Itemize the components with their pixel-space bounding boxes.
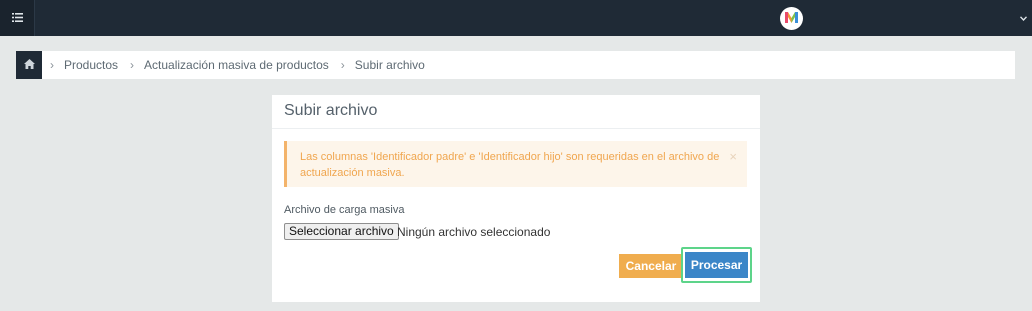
breadcrumb-separator: ›	[50, 58, 54, 72]
home-icon	[23, 56, 35, 74]
cancel-button[interactable]: Cancelar	[619, 254, 683, 278]
warning-alert: Las columnas 'Identificador padre' e 'Id…	[284, 141, 747, 187]
file-field-label: Archivo de carga masiva	[284, 204, 405, 216]
chevron-down-icon	[1019, 8, 1027, 26]
brand-logo[interactable]	[780, 7, 803, 30]
process-button[interactable]: Procesar	[685, 252, 748, 278]
breadcrumb-separator: ›	[130, 58, 135, 72]
select-file-button[interactable]: Seleccionar archivo	[284, 223, 399, 240]
breadcrumb-separator: ›	[340, 58, 345, 72]
upload-panel: Subir archivo Las columnas 'Identificado…	[272, 95, 760, 302]
panel-title: Subir archivo	[284, 102, 378, 119]
alert-message: Las columnas 'Identificador padre' e 'Id…	[300, 151, 720, 179]
panel-divider	[272, 128, 760, 129]
brand-m-logo-icon	[785, 10, 798, 28]
breadcrumb-home[interactable]	[16, 51, 42, 79]
breadcrumb: › Productos › Actualización masiva de pr…	[16, 51, 1015, 79]
menu-toggle-button[interactable]	[0, 0, 35, 36]
close-icon[interactable]: ×	[729, 149, 737, 164]
file-status-text: Ningún archivo seleccionado	[397, 225, 551, 239]
top-navbar	[0, 0, 1032, 36]
breadcrumb-item-productos[interactable]: Productos	[64, 58, 118, 72]
breadcrumb-item-actualizacion-masiva[interactable]: Actualización masiva de productos	[144, 58, 329, 72]
breadcrumb-item-subir-archivo: Subir archivo	[354, 58, 425, 72]
list-icon	[11, 9, 23, 27]
user-menu-caret[interactable]	[1018, 12, 1028, 22]
